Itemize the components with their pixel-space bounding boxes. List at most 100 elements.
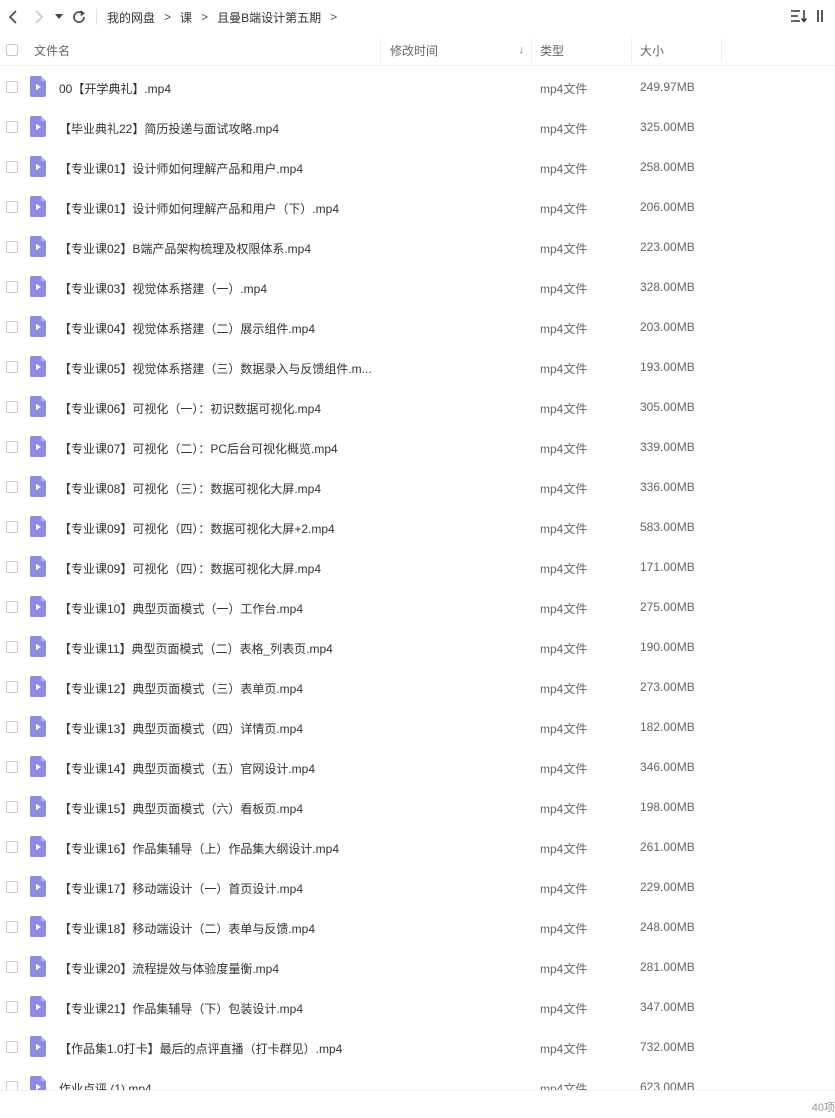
breadcrumb-separator: >	[164, 10, 172, 24]
file-row[interactable]: 【专业课18】移动端设计（二）表单与反馈.mp4 mp4文件 248.00MB	[0, 907, 835, 947]
file-size: 248.00MB	[640, 920, 695, 934]
row-checkbox[interactable]	[6, 321, 18, 333]
row-checkbox[interactable]	[6, 1081, 18, 1090]
file-name[interactable]: 【专业课04】视觉体系搭建（二）展示组件.mp4	[59, 320, 377, 337]
row-checkbox[interactable]	[6, 561, 18, 573]
file-row[interactable]: 【专业课08】可视化（三）：数据可视化大屏.mp4 mp4文件 336.00MB	[0, 467, 835, 507]
file-name[interactable]: 【专业课09】可视化（四）：数据可视化大屏+2.mp4	[59, 520, 377, 537]
row-checkbox[interactable]	[6, 361, 18, 373]
row-checkbox[interactable]	[6, 841, 18, 853]
row-checkbox[interactable]	[6, 121, 18, 133]
file-type: mp4文件	[540, 202, 588, 216]
file-row[interactable]: 【专业课13】典型页面模式（四）详情页.mp4 mp4文件 182.00MB	[0, 707, 835, 747]
file-name[interactable]: 【专业课13】典型页面模式（四）详情页.mp4	[59, 720, 377, 737]
file-row[interactable]: 【专业课21】作品集辅导（下）包装设计.mp4 mp4文件 347.00MB	[0, 987, 835, 1027]
file-row[interactable]: 【专业课11】典型页面模式（二）表格_列表页.mp4 mp4文件 190.00MB	[0, 627, 835, 667]
file-type: mp4文件	[540, 682, 588, 696]
file-row[interactable]: 【专业课01】设计师如何理解产品和用户.mp4 mp4文件 258.00MB	[0, 147, 835, 187]
video-file-icon	[30, 716, 46, 737]
file-name[interactable]: 【专业课15】典型页面模式（六）看板页.mp4	[59, 800, 377, 817]
file-row[interactable]: 00【开学典礼】.mp4 mp4文件 249.97MB	[0, 67, 835, 107]
file-name[interactable]: 【专业课06】可视化（一）：初识数据可视化.mp4	[59, 400, 377, 417]
file-name[interactable]: 【专业课07】可视化（二）：PC后台可视化概览.mp4	[59, 440, 377, 457]
file-name[interactable]: 【专业课18】移动端设计（二）表单与反馈.mp4	[59, 920, 377, 937]
chevron-left-icon	[8, 10, 17, 24]
file-row[interactable]: 【专业课15】典型页面模式（六）看板页.mp4 mp4文件 198.00MB	[0, 787, 835, 827]
row-checkbox[interactable]	[6, 1001, 18, 1013]
file-row[interactable]: 【作品集1.0打卡】最后的点评直播（打卡群见）.mp4 mp4文件 732.00MB	[0, 1027, 835, 1067]
file-name[interactable]: 【专业课16】作品集辅导（上）作品集大纲设计.mp4	[59, 840, 377, 857]
file-row[interactable]: 【专业课09】可视化（四）：数据可视化大屏.mp4 mp4文件 171.00MB	[0, 547, 835, 587]
file-row[interactable]: 【专业课20】流程提效与体验度量衡.mp4 mp4文件 281.00MB	[0, 947, 835, 987]
row-checkbox[interactable]	[6, 881, 18, 893]
file-name[interactable]: 【专业课01】设计师如何理解产品和用户（下）.mp4	[59, 200, 377, 217]
breadcrumb-item[interactable]: 我的网盘	[105, 9, 157, 26]
row-checkbox[interactable]	[6, 401, 18, 413]
file-name[interactable]: 00【开学典礼】.mp4	[59, 80, 377, 97]
row-checkbox[interactable]	[6, 961, 18, 973]
file-name[interactable]: 【专业课17】移动端设计（一）首页设计.mp4	[59, 880, 377, 897]
file-row[interactable]: 【专业课05】视觉体系搭建（三）数据录入与反馈组件.m... mp4文件 193.0…	[0, 347, 835, 387]
file-name[interactable]: 【专业课12】典型页面模式（三）表单页.mp4	[59, 680, 377, 697]
file-row[interactable]: 【专业课17】移动端设计（一）首页设计.mp4 mp4文件 229.00MB	[0, 867, 835, 907]
row-checkbox[interactable]	[6, 81, 18, 93]
file-row[interactable]: 【专业课16】作品集辅导（上）作品集大纲设计.mp4 mp4文件 261.00MB	[0, 827, 835, 867]
forward-button[interactable]	[26, 4, 52, 30]
file-size: 732.00MB	[640, 1040, 695, 1054]
row-checkbox[interactable]	[6, 721, 18, 733]
view-toggle-button[interactable]	[811, 4, 835, 28]
row-checkbox[interactable]	[6, 921, 18, 933]
row-checkbox[interactable]	[6, 641, 18, 653]
file-name[interactable]: 【专业课14】典型页面模式（五）官网设计.mp4	[59, 760, 377, 777]
breadcrumb-item[interactable]: 课	[178, 9, 194, 26]
file-name[interactable]: 【专业课05】视觉体系搭建（三）数据录入与反馈组件.m...	[59, 360, 377, 377]
file-row[interactable]: 【专业课04】视觉体系搭建（二）展示组件.mp4 mp4文件 203.00MB	[0, 307, 835, 347]
file-name[interactable]: 【专业课08】可视化（三）：数据可视化大屏.mp4	[59, 480, 377, 497]
video-file-icon	[30, 956, 46, 977]
type-column-header[interactable]: 类型	[540, 34, 564, 66]
row-checkbox[interactable]	[6, 481, 18, 493]
modified-column-header[interactable]: 修改时间 ↓	[390, 34, 530, 66]
row-checkbox[interactable]	[6, 761, 18, 773]
row-checkbox[interactable]	[6, 161, 18, 173]
row-checkbox[interactable]	[6, 201, 18, 213]
file-row[interactable]: 【毕业典礼22】简历投递与面试攻略.mp4 mp4文件 325.00MB	[0, 107, 835, 147]
file-name[interactable]: 【专业课11】典型页面模式（二）表格_列表页.mp4	[59, 640, 377, 657]
file-name[interactable]: 【毕业典礼22】简历投递与面试攻略.mp4	[59, 120, 377, 137]
select-all-checkbox[interactable]	[6, 44, 18, 56]
row-checkbox[interactable]	[6, 801, 18, 813]
file-row[interactable]: 【专业课01】设计师如何理解产品和用户（下）.mp4 mp4文件 206.00MB	[0, 187, 835, 227]
row-checkbox[interactable]	[6, 241, 18, 253]
history-dropdown[interactable]	[52, 4, 66, 30]
file-name[interactable]: 【专业课09】可视化（四）：数据可视化大屏.mp4	[59, 560, 377, 577]
file-name[interactable]: 【专业课01】设计师如何理解产品和用户.mp4	[59, 160, 377, 177]
file-name[interactable]: 【专业课20】流程提效与体验度量衡.mp4	[59, 960, 377, 977]
row-checkbox[interactable]	[6, 601, 18, 613]
row-checkbox[interactable]	[6, 1041, 18, 1053]
file-name[interactable]: 【专业课21】作品集辅导（下）包装设计.mp4	[59, 1000, 377, 1017]
file-row[interactable]: 【专业课02】B端产品架构梳理及权限体系.mp4 mp4文件 223.00MB	[0, 227, 835, 267]
row-checkbox[interactable]	[6, 521, 18, 533]
file-row[interactable]: 作业点评 (1).mp4 mp4文件 623.00MB	[0, 1067, 835, 1090]
file-row[interactable]: 【专业课03】视觉体系搭建（一）.mp4 mp4文件 328.00MB	[0, 267, 835, 307]
file-name[interactable]: 【专业课10】典型页面模式（一）工作台.mp4	[59, 600, 377, 617]
file-row[interactable]: 【专业课10】典型页面模式（一）工作台.mp4 mp4文件 275.00MB	[0, 587, 835, 627]
breadcrumb-item[interactable]: 且曼B端设计第五期	[215, 9, 323, 26]
file-row[interactable]: 【专业课12】典型页面模式（三）表单页.mp4 mp4文件 273.00MB	[0, 667, 835, 707]
file-row[interactable]: 【专业课09】可视化（四）：数据可视化大屏+2.mp4 mp4文件 583.00MB	[0, 507, 835, 547]
file-row[interactable]: 【专业课14】典型页面模式（五）官网设计.mp4 mp4文件 346.00MB	[0, 747, 835, 787]
refresh-button[interactable]	[66, 4, 92, 30]
row-checkbox[interactable]	[6, 281, 18, 293]
file-row[interactable]: 【专业课07】可视化（二）：PC后台可视化概览.mp4 mp4文件 339.00MB	[0, 427, 835, 467]
back-button[interactable]	[0, 4, 26, 30]
file-name[interactable]: 【专业课03】视觉体系搭建（一）.mp4	[59, 280, 377, 297]
row-checkbox[interactable]	[6, 681, 18, 693]
name-column-header[interactable]: 文件名	[34, 34, 70, 66]
file-name[interactable]: 【专业课02】B端产品架构梳理及权限体系.mp4	[59, 240, 377, 257]
row-checkbox[interactable]	[6, 441, 18, 453]
file-name[interactable]: 【作品集1.0打卡】最后的点评直播（打卡群见）.mp4	[59, 1040, 377, 1057]
file-row[interactable]: 【专业课06】可视化（一）：初识数据可视化.mp4 mp4文件 305.00MB	[0, 387, 835, 427]
sort-button[interactable]	[787, 4, 811, 28]
size-column-header[interactable]: 大小	[640, 34, 664, 66]
file-name[interactable]: 作业点评 (1).mp4	[59, 1080, 377, 1090]
